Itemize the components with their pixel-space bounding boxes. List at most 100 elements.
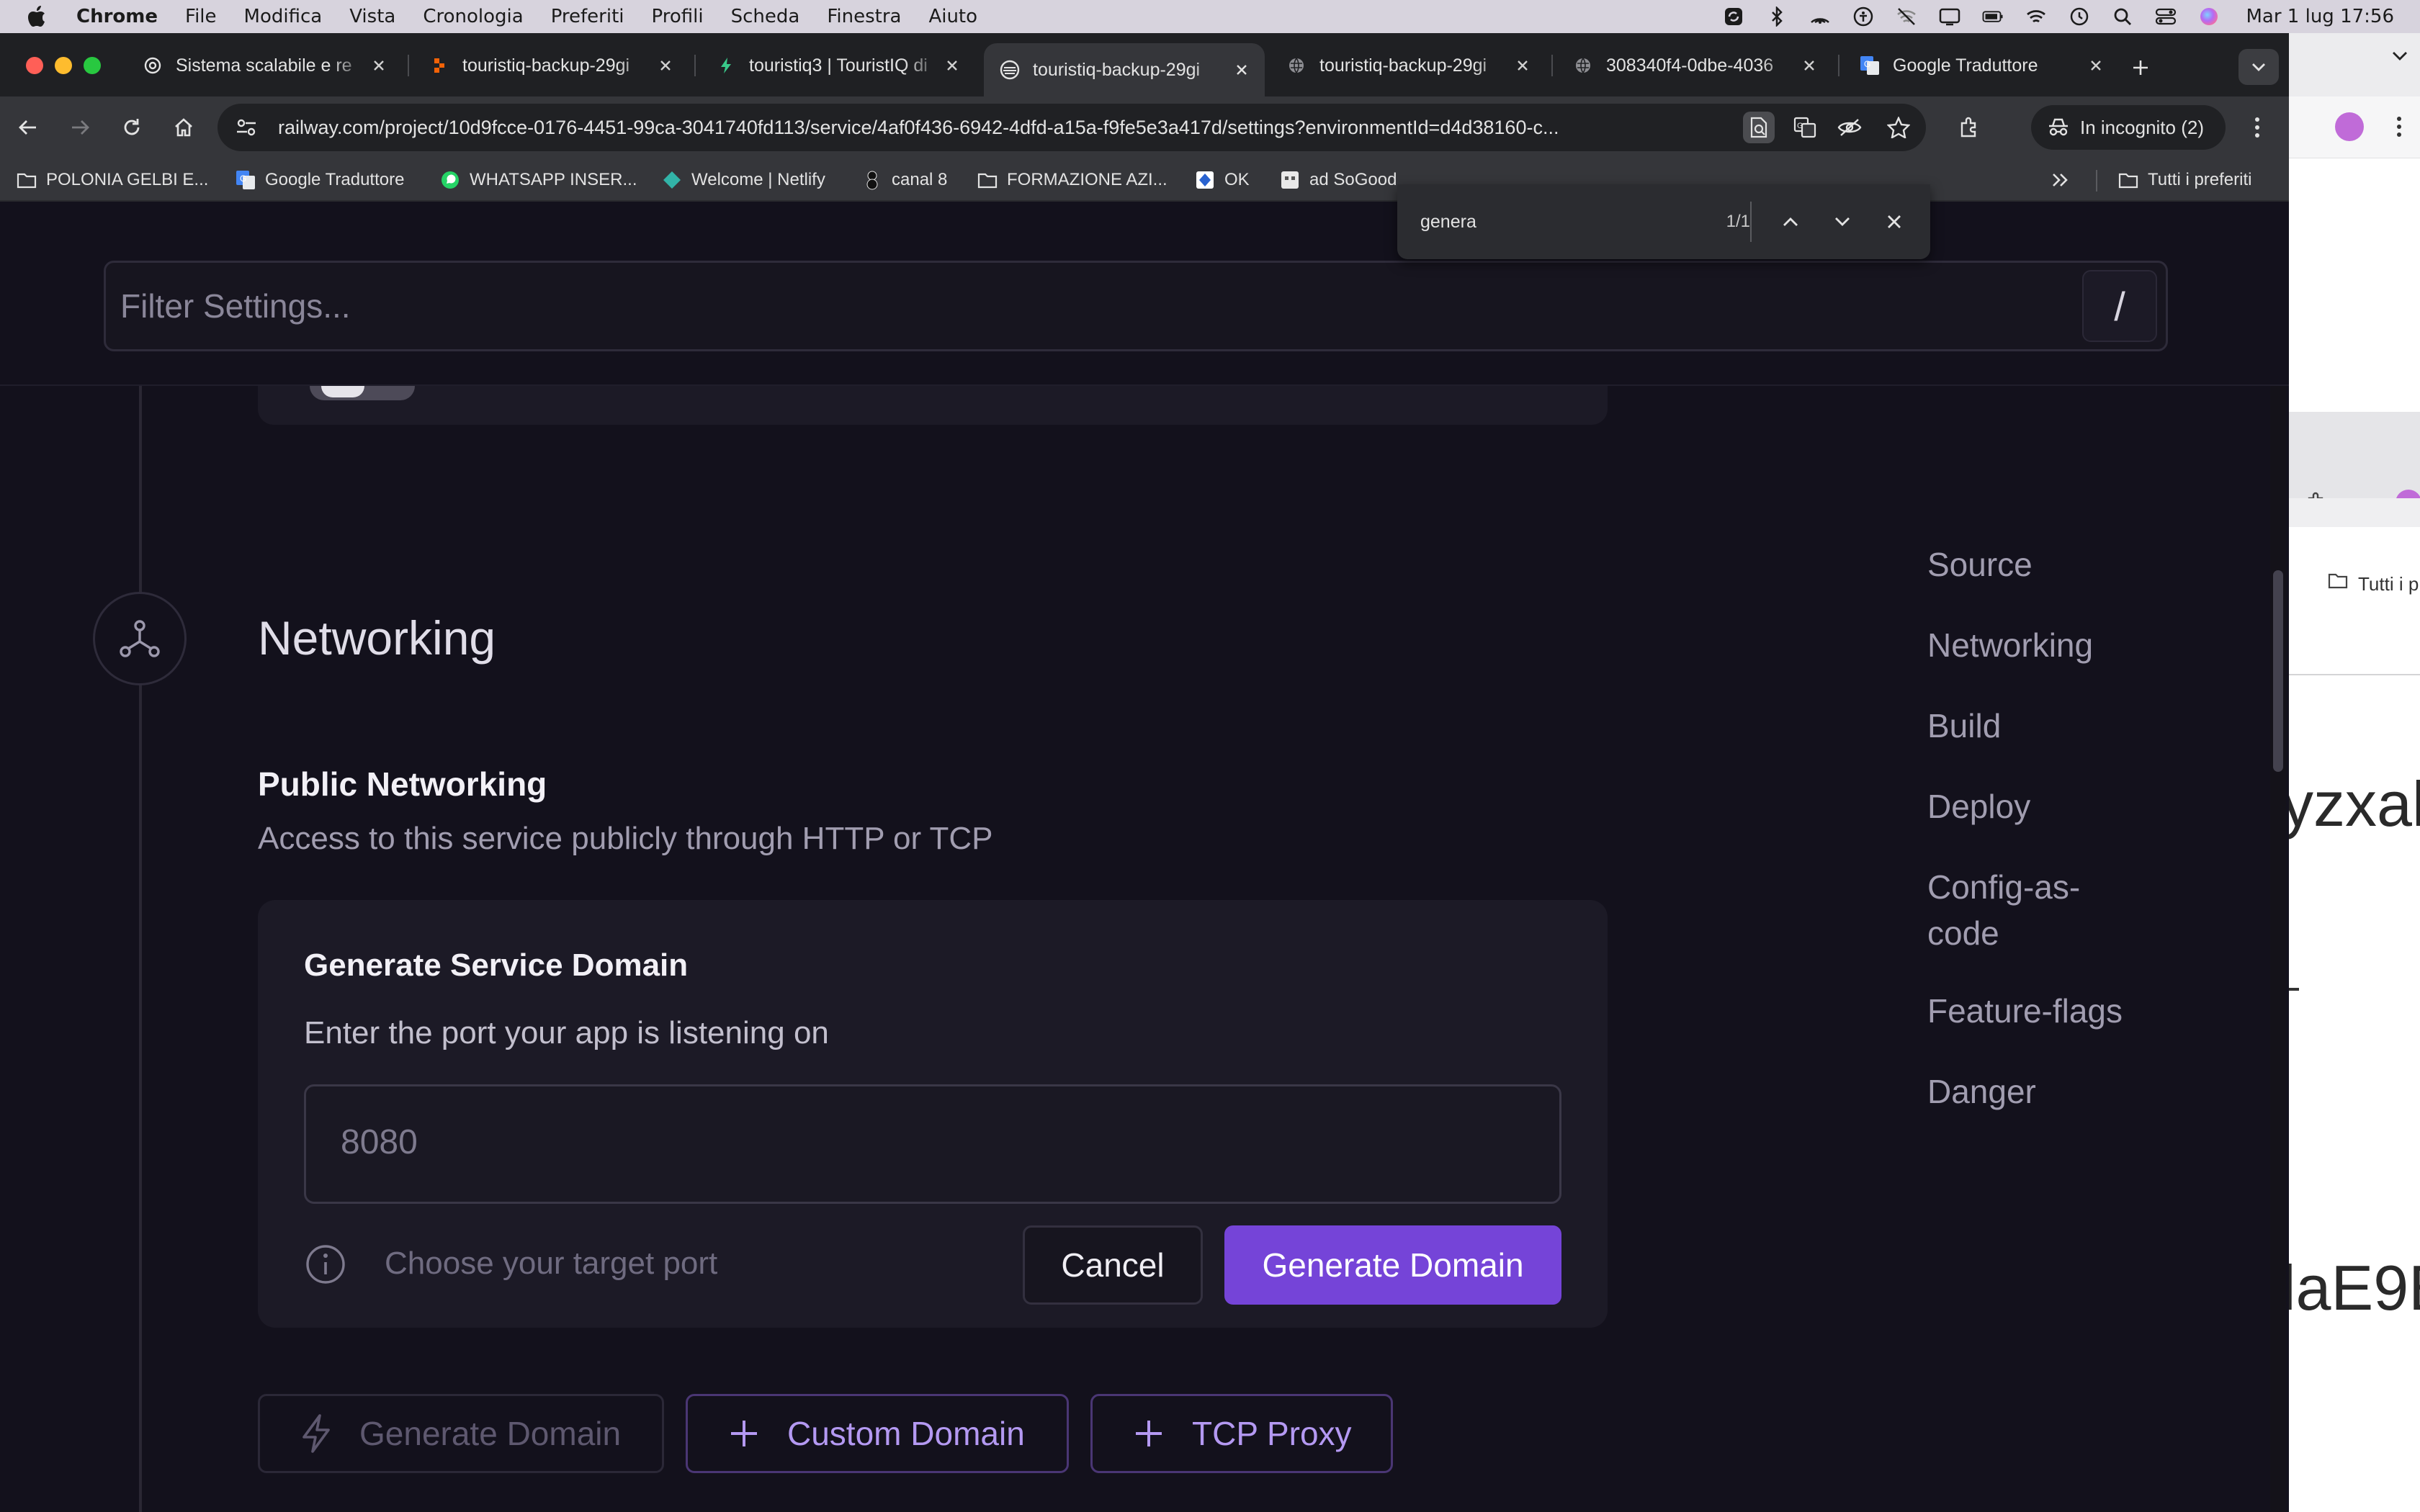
generate-domain-submit-button[interactable]: Generate Domain	[1224, 1225, 1561, 1305]
control-center-icon[interactable]	[2155, 6, 2177, 27]
menu-file[interactable]: File	[185, 6, 217, 27]
more-menu-icon[interactable]	[2243, 113, 2272, 142]
close-icon[interactable]	[942, 55, 962, 76]
bookmark-google-traduttore[interactable]: G Google Traduttore	[235, 167, 404, 193]
sync-icon[interactable]	[1723, 6, 1744, 27]
chevron-up-icon[interactable]	[1776, 207, 1805, 236]
site-settings-icon[interactable]	[232, 113, 261, 142]
google-translate-icon: G	[1860, 55, 1880, 76]
incognito-indicator[interactable]: In incognito (2)	[2031, 105, 2226, 150]
side-nav-build[interactable]: Build	[1927, 703, 2001, 749]
bookmark-folder-polonia[interactable]: POLONIA GELBI E...	[16, 167, 208, 193]
cancel-button[interactable]: Cancel	[1023, 1225, 1203, 1305]
custom-domain-button[interactable]: Custom Domain	[686, 1394, 1069, 1473]
plus-icon	[1129, 1413, 1169, 1454]
tab-0[interactable]: Sistema scalabile e re	[127, 43, 402, 88]
side-nav-deploy[interactable]: Deploy	[1927, 783, 2030, 829]
menu-aiuto[interactable]: Aiuto	[928, 6, 977, 27]
close-icon[interactable]	[1512, 55, 1533, 76]
tab-3-active[interactable]: touristiq-backup-29gi	[984, 43, 1265, 96]
background-browser-window[interactable]: Tutti i p yzxal laE9E	[2289, 33, 2420, 1512]
page-scrollbar[interactable]	[2270, 386, 2286, 1512]
close-window-button[interactable]	[26, 57, 43, 74]
home-button[interactable]	[167, 111, 200, 144]
wifi-icon[interactable]	[2025, 6, 2047, 27]
public-networking-title: Public Networking	[258, 765, 547, 803]
close-icon[interactable]	[1880, 207, 1909, 236]
close-icon[interactable]	[369, 55, 389, 76]
tab-1[interactable]: touristiq-backup-29gi	[413, 43, 689, 88]
display-icon[interactable]	[1939, 6, 1960, 27]
translate-icon[interactable]: G	[1791, 113, 1819, 142]
bookmark-folder-formazione[interactable]: FORMAZIONE AZI...	[977, 167, 1168, 193]
menu-finestra[interactable]: Finestra	[827, 6, 901, 27]
tab-2[interactable]: touristiq3 | TouristIQ di	[700, 43, 975, 88]
svg-text:G: G	[1864, 59, 1870, 69]
reload-button[interactable]	[115, 111, 148, 144]
side-nav-feature-flags[interactable]: Feature-flags	[1927, 988, 2123, 1034]
accessibility-icon[interactable]	[1852, 6, 1874, 27]
scrollbar-thumb[interactable]	[2273, 570, 2283, 772]
bookmark-star-icon[interactable]	[1884, 113, 1913, 142]
status-icons: Mar 1 lug 17:56	[1723, 0, 2394, 33]
maximize-window-button[interactable]	[84, 57, 101, 74]
tab-4[interactable]: touristiq-backup-29gi	[1270, 43, 1546, 88]
airdrop-icon[interactable]	[1809, 6, 1831, 27]
menu-modifica[interactable]: Modifica	[244, 6, 323, 27]
address-bar[interactable]: railway.com/project/10d9fcce-0176-4451-9…	[218, 104, 1926, 151]
close-icon[interactable]	[1232, 60, 1252, 80]
background-text-1: yzxal	[2289, 768, 2420, 840]
close-icon[interactable]	[2086, 55, 2106, 76]
menu-profili[interactable]: Profili	[652, 6, 704, 27]
side-nav-config-as-code[interactable]: Config-as-code	[1927, 864, 2143, 956]
tab-search-button[interactable]	[2238, 49, 2279, 85]
extensions-icon[interactable]	[1955, 113, 1984, 142]
tab-6[interactable]: G Google Traduttore	[1844, 43, 2119, 88]
apple-icon[interactable]	[26, 4, 48, 29]
menu-app-name[interactable]: Chrome	[76, 6, 158, 27]
bookmark-ad-sogood[interactable]: ad SoGood	[1279, 167, 1397, 193]
side-nav-danger[interactable]: Danger	[1927, 1068, 2036, 1115]
bookmark-whatsapp[interactable]: WHATSAPP INSER...	[439, 167, 637, 193]
side-nav-networking[interactable]: Networking	[1927, 622, 2093, 668]
new-tab-button[interactable]	[2125, 52, 2156, 84]
info-icon	[304, 1243, 347, 1286]
port-input[interactable]	[341, 1122, 1493, 1162]
url-text[interactable]: railway.com/project/10d9fcce-0176-4451-9…	[278, 117, 1740, 139]
menu-scheda[interactable]: Scheda	[731, 6, 800, 27]
eye-off-icon[interactable]	[1835, 113, 1864, 142]
menu-cronologia[interactable]: Cronologia	[423, 6, 523, 27]
bookmark-all-folder[interactable]: Tutti i preferiti	[2118, 167, 2251, 193]
chevron-down-icon[interactable]	[1828, 207, 1857, 236]
back-button[interactable]	[12, 111, 45, 144]
minimize-window-button[interactable]	[55, 57, 72, 74]
bookmark-label: Tutti i preferiti	[2148, 170, 2252, 189]
menubar-clock[interactable]: Mar 1 lug 17:56	[2246, 6, 2394, 27]
menu-preferiti[interactable]: Preferiti	[551, 6, 624, 27]
bookmark-canal-8[interactable]: canal 8	[861, 167, 947, 193]
forward-button[interactable]	[63, 111, 97, 144]
spotlight-search-icon[interactable]	[2112, 6, 2133, 27]
bookmark-netlify[interactable]: Welcome | Netlify	[661, 167, 825, 193]
close-icon[interactable]	[1799, 55, 1819, 76]
bookmarks-overflow-button[interactable]	[2050, 167, 2080, 193]
find-in-page-icon[interactable]	[1743, 112, 1775, 143]
find-input[interactable]	[1420, 211, 1694, 233]
bluetooth-icon[interactable]	[1766, 6, 1788, 27]
time-machine-icon[interactable]	[2069, 6, 2090, 27]
side-nav-source[interactable]: Source	[1927, 541, 2033, 588]
folder-icon	[16, 169, 37, 191]
close-icon[interactable]	[655, 55, 676, 76]
macos-menu-bar: Chrome File Modifica Vista Cronologia Pr…	[0, 0, 2420, 33]
tab-5[interactable]: 308340f4-0dbe-4036	[1557, 43, 1832, 88]
filter-settings-input[interactable]	[120, 287, 1993, 325]
tab-separator	[1838, 55, 1839, 76]
siri-icon[interactable]	[2198, 6, 2220, 27]
menu-vista[interactable]: Vista	[349, 6, 395, 27]
browser-toolbar: railway.com/project/10d9fcce-0176-4451-9…	[0, 96, 2289, 158]
tcp-proxy-button[interactable]: TCP Proxy	[1090, 1394, 1393, 1473]
wifi-off-icon[interactable]	[1896, 6, 1917, 27]
tab-title: touristiq-backup-29gi	[462, 55, 630, 76]
bookmark-ok[interactable]: OK	[1194, 167, 1250, 193]
battery-icon[interactable]	[1982, 6, 2004, 27]
